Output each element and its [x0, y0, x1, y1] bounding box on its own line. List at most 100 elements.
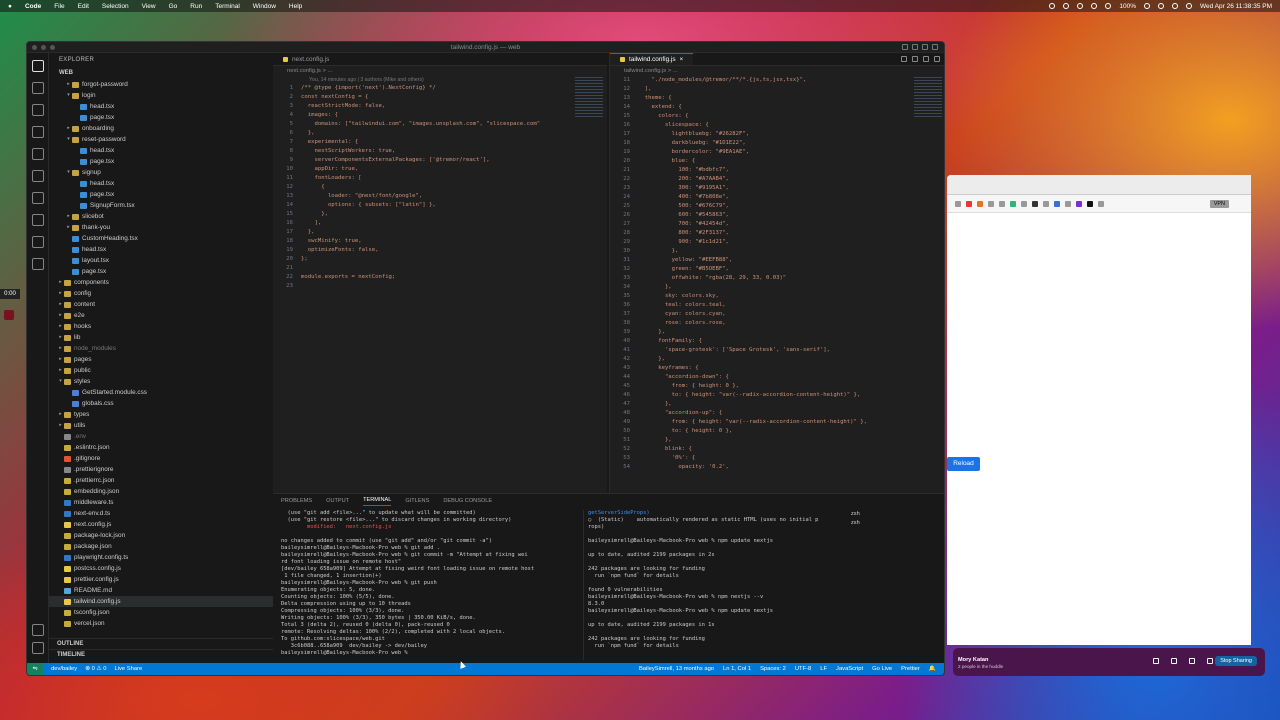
code-line[interactable]: 29 900: "#1c1d21",: [610, 238, 944, 247]
extension-icon[interactable]: [1010, 200, 1016, 207]
folder-item[interactable]: ▾ signup: [49, 167, 273, 178]
code-line[interactable]: 40 fontFamily: {: [610, 337, 944, 346]
tab-output[interactable]: OUTPUT: [326, 498, 349, 504]
file-item[interactable]: package-lock.json: [49, 530, 273, 541]
folder-item[interactable]: ▸ components: [49, 277, 273, 288]
minimap[interactable]: [575, 77, 603, 117]
extension-icon[interactable]: [955, 200, 961, 207]
extension-icon[interactable]: [1054, 200, 1060, 207]
file-item[interactable]: .eslintrc.json: [49, 442, 273, 453]
code-area[interactable]: 11 "./node_modules/@tremor/**/*.{js,ts,j…: [610, 76, 944, 472]
zoom-window-button[interactable]: [50, 45, 55, 50]
code-line[interactable]: 17 },: [273, 228, 607, 237]
close-icon[interactable]: ×: [680, 53, 684, 66]
status-icon[interactable]: [1049, 3, 1056, 9]
folder-item[interactable]: ▸ config: [49, 288, 273, 299]
code-line[interactable]: 30 },: [610, 247, 944, 256]
code-line[interactable]: 16 slicespace: {: [610, 121, 944, 130]
tab-problems[interactable]: PROBLEMS: [281, 498, 312, 504]
source-control-icon[interactable]: [32, 104, 44, 116]
code-line[interactable]: 41 'space-grotesk': ['Space Grotesk', 's…: [610, 346, 944, 355]
file-item[interactable]: package.json: [49, 541, 273, 552]
extension-icon[interactable]: [977, 200, 983, 207]
folder-item[interactable]: ▸ slicebot: [49, 211, 273, 222]
menu-help[interactable]: Help: [289, 3, 302, 10]
screen-share-icon[interactable]: [1189, 658, 1195, 664]
toggle-sidebar-icon[interactable]: [902, 44, 908, 50]
encoding[interactable]: UTF-8: [795, 666, 811, 672]
vpn-button[interactable]: VPN: [1209, 199, 1229, 208]
file-item[interactable]: prettier.config.js: [49, 574, 273, 585]
file-item[interactable]: CustomHeading.tsx: [49, 233, 273, 244]
menu-go[interactable]: Go: [169, 3, 178, 10]
code-line[interactable]: 26 600: "#545863",: [610, 211, 944, 220]
menu-clock[interactable]: Wed Apr 26 11:38:35 PM: [1200, 3, 1272, 10]
live-share-icon[interactable]: [32, 258, 44, 270]
tab-next-config[interactable]: next.config.js: [273, 53, 339, 65]
workspace-root[interactable]: WEB: [49, 68, 273, 79]
account-icon[interactable]: [32, 624, 44, 636]
close-window-button[interactable]: [32, 45, 37, 50]
code-area[interactable]: 1 /** @type {import('next').NextConfig} *…: [273, 84, 607, 291]
control-center-icon[interactable]: [1185, 3, 1192, 9]
code-line[interactable]: 16 ],: [273, 219, 607, 228]
folder-item[interactable]: ▸ public: [49, 365, 273, 376]
file-item[interactable]: tsconfig.json: [49, 607, 273, 618]
extension-icon[interactable]: [1043, 200, 1049, 207]
folder-item[interactable]: ▸ onboarding: [49, 123, 273, 134]
file-item[interactable]: head.tsx: [49, 145, 273, 156]
code-line[interactable]: 11 "./node_modules/@tremor/**/*.{js,ts,j…: [610, 76, 944, 85]
file-item[interactable]: GetStarted.module.css: [49, 387, 273, 398]
code-line[interactable]: 7 experimental: {: [273, 138, 607, 147]
code-line[interactable]: 51 },: [610, 436, 944, 445]
terminal-2[interactable]: getServerSideProps) ○ (Static) automatica…: [583, 510, 845, 660]
folder-item[interactable]: ▾ reset-password: [49, 134, 273, 145]
wifi-icon[interactable]: [1157, 3, 1164, 9]
toggle-panel-icon[interactable]: [912, 44, 918, 50]
code-line[interactable]: 53 '0%': {: [610, 454, 944, 463]
code-line[interactable]: 33 offwhite: "rgba(28, 29, 33, 0.03)": [610, 274, 944, 283]
code-line[interactable]: 11 fontLoaders: [: [273, 174, 607, 183]
menu-file[interactable]: File: [54, 3, 64, 10]
breadcrumb[interactable]: next.config.js > ...: [273, 66, 607, 76]
terminal-list-item[interactable]: zsh: [851, 519, 941, 528]
file-item[interactable]: layout.tsx: [49, 255, 273, 266]
file-item[interactable]: .env: [49, 431, 273, 442]
problems-count[interactable]: ⊗ 0 ⚠ 0: [85, 666, 106, 672]
folder-item[interactable]: ▸ hooks: [49, 321, 273, 332]
run-debug-icon[interactable]: [32, 126, 44, 138]
cursor-position[interactable]: Ln 1, Col 1: [723, 666, 751, 672]
prettier-status[interactable]: Prettier: [901, 666, 920, 672]
code-line[interactable]: 12 {: [273, 183, 607, 192]
file-item[interactable]: page.tsx: [49, 266, 273, 277]
more-icon[interactable]: [1207, 658, 1213, 664]
settings-gear-icon[interactable]: [32, 642, 44, 654]
file-item[interactable]: tailwind.config.js: [49, 596, 273, 607]
code-line[interactable]: 21: [273, 264, 607, 273]
code-line[interactable]: 13 theme: {: [610, 94, 944, 103]
apple-icon[interactable]: ●: [8, 3, 12, 10]
file-item[interactable]: embedding.json: [49, 486, 273, 497]
code-line[interactable]: 32 green: "#B5OEBF",: [610, 265, 944, 274]
folder-item[interactable]: ▸ thank-you: [49, 222, 273, 233]
code-line[interactable]: 19 bordercolor: "#9EA1AE",: [610, 148, 944, 157]
code-line[interactable]: 15 },: [273, 210, 607, 219]
file-item[interactable]: .gitignore: [49, 453, 273, 464]
split-editor-icon[interactable]: [923, 56, 929, 62]
extension-icon[interactable]: [966, 200, 972, 207]
stop-sharing-button[interactable]: Stop Sharing: [1215, 656, 1257, 666]
code-line[interactable]: 8 nextScriptWorkers: true,: [273, 147, 607, 156]
toggle-secondary-sidebar-icon[interactable]: [922, 44, 928, 50]
file-item[interactable]: page.tsx: [49, 112, 273, 123]
code-line[interactable]: 15 colors: {: [610, 112, 944, 121]
go-back-icon[interactable]: [901, 56, 907, 62]
code-line[interactable]: 23 300: "#9195A1",: [610, 184, 944, 193]
folder-item[interactable]: ▸ e2e: [49, 310, 273, 321]
file-item[interactable]: SignupForm.tsx: [49, 200, 273, 211]
code-line[interactable]: 18 darkbluebg: "#1D1E22",: [610, 139, 944, 148]
file-item[interactable]: vercel.json: [49, 618, 273, 629]
extension-icon[interactable]: [1098, 200, 1104, 207]
code-line[interactable]: 17 lightbluebg: "#26282F",: [610, 130, 944, 139]
timeline-section[interactable]: TIMELINE: [49, 649, 273, 660]
code-line[interactable]: 4 images: {: [273, 111, 607, 120]
